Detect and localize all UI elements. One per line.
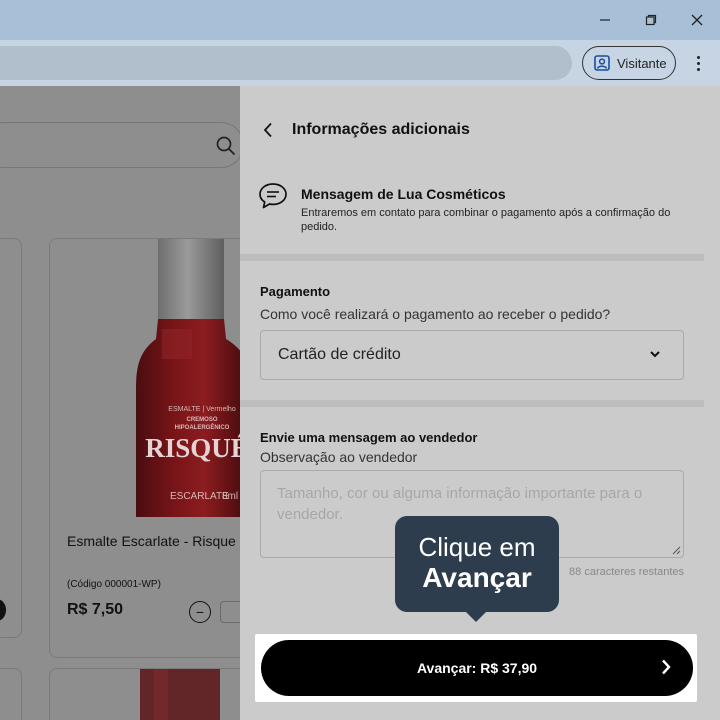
restore-icon: [645, 14, 657, 26]
browser-titlebar: [0, 0, 720, 40]
quantity-decrease-button[interactable]: −: [189, 601, 211, 623]
chevron-left-icon: [263, 122, 272, 138]
character-counter: 88 caracteres restantes: [569, 566, 684, 578]
store-search-input[interactable]: [0, 122, 244, 168]
search-icon[interactable]: [215, 135, 237, 157]
payment-method-select[interactable]: Cartão de crédito: [260, 330, 684, 380]
product-card-partial[interactable]: [0, 668, 22, 720]
label-line3: HIPOALERGÊNICO: [175, 423, 230, 431]
chat-bubble-icon: [259, 183, 287, 209]
product-code: (Código 000001-WP): [67, 579, 161, 590]
close-icon: [691, 14, 703, 26]
chevron-down-icon: [650, 351, 660, 358]
product-name[interactable]: Esmalte Escarlate - Risque: [67, 533, 236, 549]
profile-icon: [594, 55, 610, 71]
product-card-partial[interactable]: [0, 238, 22, 638]
browser-menu-button[interactable]: [688, 53, 708, 73]
additional-info-panel: Informações adicionais Mensagem de Lua C…: [240, 86, 720, 720]
tooltip-arrow: [465, 611, 487, 622]
label-size: 8ml: [222, 491, 238, 502]
tooltip-line2: Avançar: [422, 562, 532, 593]
section-divider: [240, 400, 704, 407]
payment-question: Como você realizará o pagamento ao receb…: [260, 306, 611, 322]
label-color: ESCARLATE: [170, 491, 229, 502]
tooltip-line1: Clique em: [418, 532, 536, 562]
label-line2: CREMOSO: [186, 417, 217, 423]
payment-title: Pagamento: [260, 284, 331, 299]
back-button[interactable]: [258, 118, 278, 142]
section-divider: [240, 254, 704, 261]
product-card[interactable]: ESMALTE | Vermelho CREMOSO HIPOALERGÊNIC…: [49, 238, 259, 658]
product-image: ESMALTE | Vermelho CREMOSO HIPOALERGÊNIC…: [50, 239, 258, 517]
payment-selected-value: Cartão de crédito: [278, 346, 401, 363]
seller-note-subtitle: Observação ao vendedor: [260, 449, 418, 465]
seller-message-body: Entraremos em contato para combinar o pa…: [301, 207, 671, 233]
advance-button-label: Avançar: R$ 37,90: [416, 660, 538, 676]
browser-toolbar: Visitante: [0, 40, 720, 86]
product-price: R$ 7,50: [67, 601, 124, 618]
profile-label: Visitante: [617, 55, 667, 71]
advance-button[interactable]: Avançar: R$ 37,90: [261, 640, 693, 696]
product-card-next[interactable]: [49, 668, 259, 720]
seller-note-title: Envie uma mensagem ao vendedor: [260, 430, 478, 445]
address-bar[interactable]: [0, 46, 572, 80]
label-line1: ESMALTE | Vermelho: [168, 406, 236, 413]
seller-message-title: Mensagem de Lua Cosméticos: [301, 186, 506, 202]
product-image-next: [140, 669, 220, 720]
close-window-button[interactable]: [682, 8, 712, 32]
resize-grip-icon[interactable]: [672, 546, 681, 555]
restore-button[interactable]: [636, 8, 666, 32]
label-brand: RISQUÉ: [145, 433, 249, 463]
profile-button[interactable]: Visitante: [582, 46, 676, 80]
hint-tooltip: Clique em Avançar: [395, 516, 559, 622]
minimize-icon: [600, 19, 610, 21]
panel-title: Informações adicionais: [292, 121, 470, 138]
minimize-button[interactable]: [590, 8, 620, 32]
chevron-right-icon: [662, 659, 671, 675]
